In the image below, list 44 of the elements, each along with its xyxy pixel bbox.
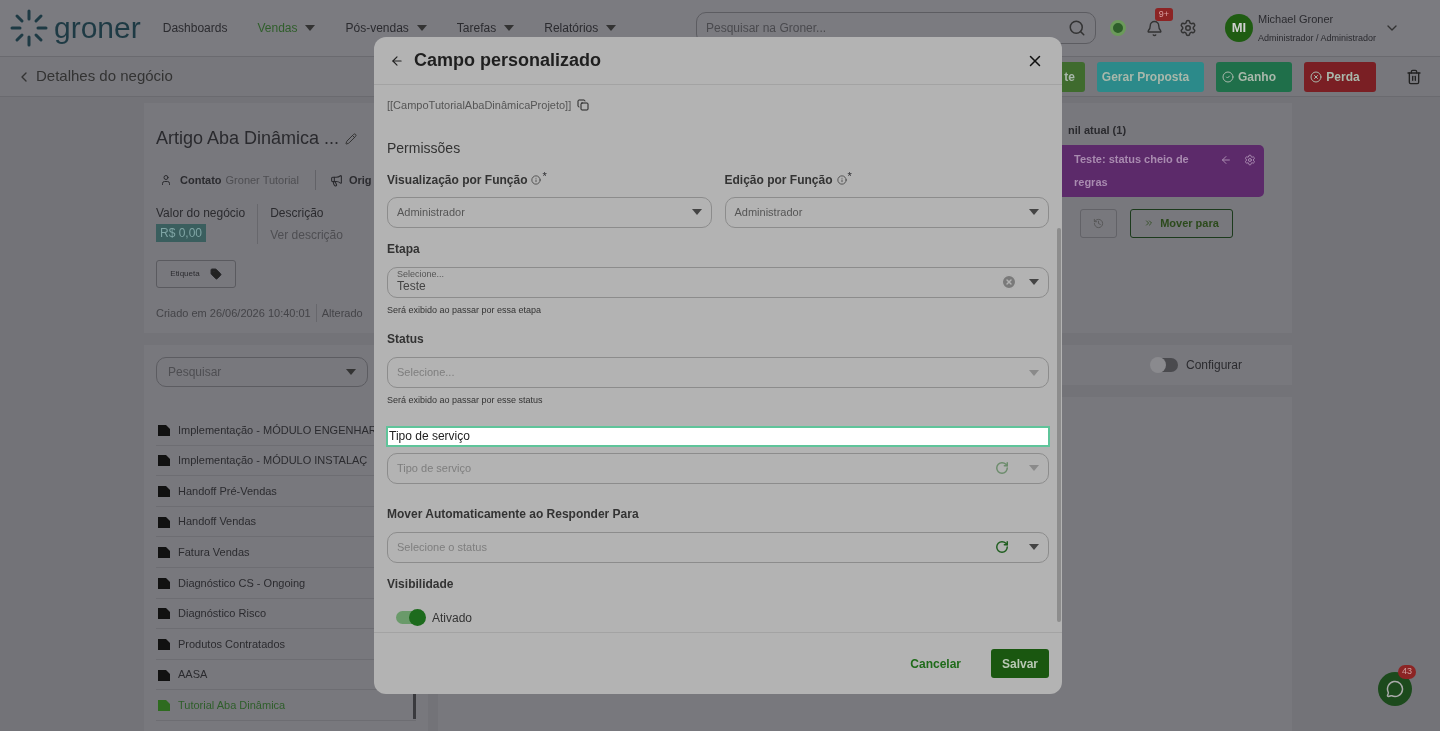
select-field[interactable]: Selecione... Teste — [387, 266, 1049, 298]
configure-label: Configurar — [1185, 357, 1242, 374]
save-button[interactable]: Salvar — [991, 649, 1049, 678]
field-label: Etapa — [387, 240, 421, 258]
action-button[interactable]: Perda — [1304, 61, 1376, 92]
funnel-title: nil atual (1) — [1068, 123, 1128, 138]
action-button[interactable]: Gerar Proposta — [1097, 61, 1204, 92]
value-label: Valor do negócio — [156, 205, 246, 222]
avatar[interactable]: MI — [1225, 14, 1253, 42]
section-title: Permissões — [387, 138, 462, 158]
tag-button[interactable]: Etiqueta — [156, 260, 236, 288]
field-hint: Será exibido ao passar por essa etapa — [387, 303, 543, 317]
nav-link[interactable]: Relatórios — [544, 19, 617, 37]
required-mark: * — [847, 169, 852, 185]
nav-link[interactable]: Tarefas — [456, 19, 515, 37]
user-role: Administrador / Administrador — [1258, 31, 1377, 45]
role-select[interactable]: Administrador — [724, 196, 1049, 228]
toggle-label: Ativado — [432, 609, 473, 627]
nav-link[interactable]: Vendas — [257, 19, 316, 37]
field-label: Status — [387, 331, 425, 348]
description-label: Descrição — [270, 205, 325, 222]
role-select[interactable]: Administrador — [387, 196, 712, 228]
field-label: Edição por Função — [724, 171, 833, 189]
modal-title: Campo personalizado — [414, 49, 602, 72]
required-mark: * — [542, 169, 547, 185]
origin-label: Orig — [348, 172, 372, 188]
status-name: Teste: status cheio de regras — [1074, 151, 1190, 190]
variable-text: [[CampoTutorialAbaDinâmicaProjeto]] — [387, 98, 572, 113]
user-name: Michael Groner — [1258, 12, 1335, 27]
highlighted-label: Tipo de serviço — [386, 425, 1050, 447]
field-label: Visualização por Função — [387, 171, 528, 189]
move-button[interactable]: Mover para — [1130, 208, 1233, 238]
cancel-button[interactable]: Cancelar — [910, 654, 961, 673]
nav-link[interactable]: Pós-vendas — [345, 19, 427, 37]
value-badge: R$ 0,00 — [156, 224, 207, 242]
nav-link[interactable]: Dashboards — [162, 19, 228, 37]
page-title: Detalhes do negócio — [36, 66, 173, 87]
notification-badge: 9+ — [1154, 7, 1173, 21]
contact-label: Contato — [180, 172, 222, 188]
chat-badge: 43 — [1398, 665, 1416, 679]
field-hint: Será exibido ao passar por esse status — [387, 394, 544, 407]
action-button[interactable]: Ganho — [1216, 61, 1292, 92]
logo-text: groner — [54, 13, 141, 43]
deal-title: Artigo Aba Dinâmica ... — [156, 127, 340, 150]
